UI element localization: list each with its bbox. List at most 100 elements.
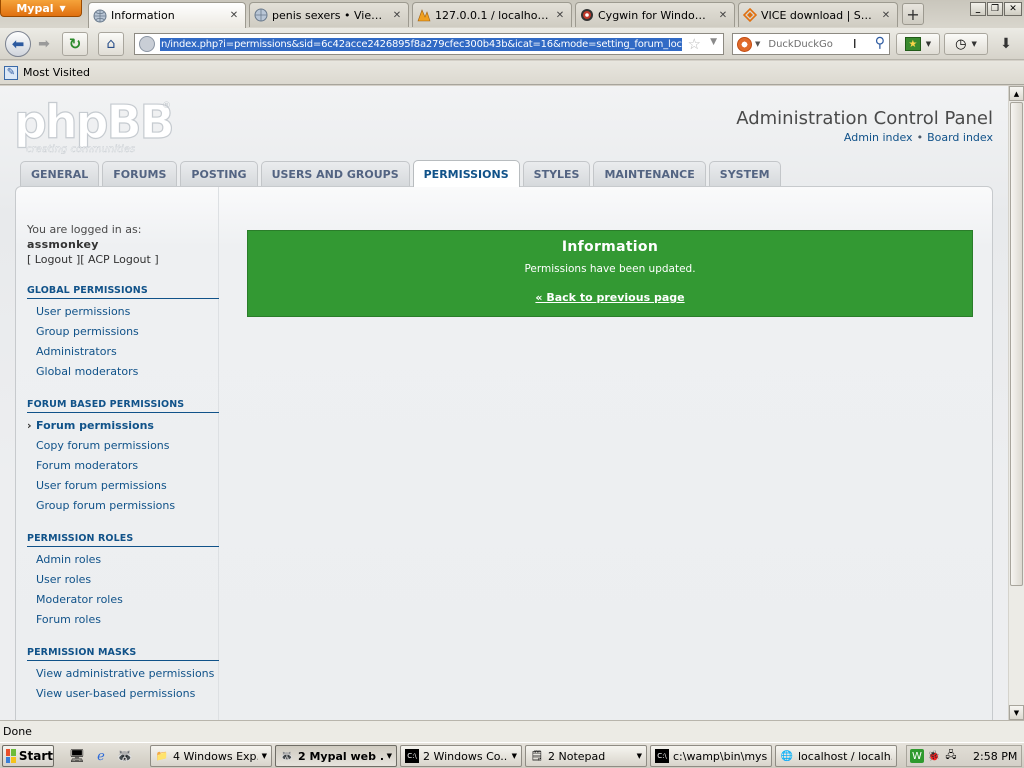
tab-forums[interactable]: FORUMS (102, 161, 178, 186)
tab-maintenance[interactable]: MAINTENANCE (593, 161, 706, 186)
close-icon[interactable]: ✕ (553, 10, 567, 21)
tab-permissions[interactable]: PERMISSIONS (412, 160, 520, 187)
acp-logout-link[interactable]: [ ACP Logout ] (80, 253, 158, 266)
sidebar-item-forum-moderators[interactable]: Forum moderators (27, 456, 219, 476)
tab-system[interactable]: SYSTEM (708, 161, 781, 186)
search-input[interactable]: DuckDuckGo (768, 39, 833, 50)
reload-icon: ↻ (68, 35, 82, 53)
chevron-down-icon[interactable]: ▼ (710, 37, 717, 47)
tab-label: VICE download | Sourc... (761, 8, 875, 22)
page-title: Administration Control Panel (736, 108, 993, 129)
history-button[interactable]: ◷ ▼ (944, 33, 988, 55)
close-window-icon[interactable]: ✕ (1004, 2, 1022, 16)
start-button[interactable]: Start (2, 745, 54, 767)
tab-styles[interactable]: STYLES (522, 161, 591, 186)
search-bar[interactable]: ▼ DuckDuckGo I ⚲ (732, 33, 890, 55)
close-icon[interactable]: ✕ (879, 10, 893, 21)
console-icon: C:\ (405, 749, 419, 763)
tab-general[interactable]: GENERAL (20, 161, 100, 186)
sidebar-item-administrators[interactable]: Administrators (27, 342, 219, 362)
svg-text:phpBB: phpBB (14, 95, 172, 149)
scroll-thumb[interactable] (1010, 102, 1023, 586)
bookmarks-button[interactable]: ★ ▼ (896, 33, 940, 55)
sidebar-item-user-forum-permissions[interactable]: User forum permissions (27, 476, 219, 496)
link-separator: • (916, 131, 924, 144)
browser-tab-sourceforge[interactable]: VICE download | Sourc... ✕ (738, 2, 898, 27)
restore-icon[interactable]: ❐ (987, 2, 1003, 16)
taskbar-item-mysql-console[interactable]: C:\ c:\wamp\bin\mys... (650, 745, 772, 767)
taskbar-item-notepad[interactable]: 🗒 2 Notepad ▼ (525, 745, 647, 767)
sidebar-item-user-permissions[interactable]: User permissions (27, 302, 219, 322)
url-bar[interactable]: n/index.php?i=permissions&sid=6c42acce24… (134, 33, 724, 55)
tab-label: Information (111, 9, 175, 22)
browser-tab-cygwin[interactable]: Cygwin for Windows X... ✕ (575, 2, 735, 27)
app-menu-label: Mypal (16, 1, 54, 15)
sidebar-item-forum-roles[interactable]: Forum roles (27, 610, 219, 630)
sidebar-item-forum-permissions[interactable]: Forum permissions (27, 416, 219, 436)
app-menu-button[interactable]: Mypal ▼ (0, 0, 82, 17)
new-tab-button[interactable]: + (902, 3, 924, 25)
browser-tab-bar: Mypal ▼ Information ✕ penis sexers • Vie… (0, 0, 1024, 28)
site-identity-icon[interactable] (139, 36, 155, 52)
tab-users-and-groups[interactable]: USERS AND GROUPS (260, 161, 410, 186)
chevron-down-icon[interactable]: ▼ (755, 40, 760, 48)
taskbar-item-localhost[interactable]: 🌐 localhost / localh... (775, 745, 897, 767)
minimize-icon[interactable]: _ (970, 2, 986, 16)
vertical-scrollbar[interactable]: ▲ ▼ (1008, 86, 1024, 720)
browser-tab-phpmyadmin[interactable]: 127.0.0.1 / localhost / ... ✕ (412, 2, 572, 27)
close-icon[interactable]: ✕ (716, 10, 730, 21)
admin-index-link[interactable]: Admin index (844, 131, 913, 144)
star-icon[interactable]: ☆ (688, 35, 701, 53)
back-to-previous-link[interactable]: « Back to previous page (535, 291, 684, 304)
message-title: Information (561, 239, 659, 255)
tab-posting[interactable]: POSTING (180, 161, 258, 186)
close-icon[interactable]: ✕ (390, 10, 404, 21)
taskbar-item-windows-console[interactable]: C:\ 2 Windows Co... ▼ (400, 745, 522, 767)
header-links: Admin index • Board index (844, 131, 993, 144)
scroll-down-arrow-icon[interactable]: ▼ (1009, 705, 1024, 720)
quicklaunch-mypal-icon[interactable]: 🦝 (116, 747, 134, 765)
scroll-up-arrow-icon[interactable]: ▲ (1009, 86, 1024, 101)
browser-tab-forum-topic[interactable]: penis sexers • View to... ✕ (249, 2, 409, 27)
clock[interactable]: 2:58 PM (973, 750, 1017, 763)
sidebar-item-copy-forum-permissions[interactable]: Copy forum permissions (27, 436, 219, 456)
menu-heading: GLOBAL PERMISSIONS (27, 285, 219, 299)
sidebar-item-group-permissions[interactable]: Group permissions (27, 322, 219, 342)
browser-status-bar: Done (0, 720, 1024, 742)
downloads-button[interactable]: ⬇ (994, 34, 1018, 54)
menu-heading: PERMISSION ROLES (27, 533, 219, 547)
chevron-down-icon: ▼ (636, 752, 642, 760)
wamp-server-icon[interactable]: W (910, 749, 924, 763)
quicklaunch-desktop-icon[interactable]: 🖥 (68, 747, 86, 765)
search-icon[interactable]: ⚲ (875, 35, 885, 51)
logout-link[interactable]: [ Logout ] (27, 253, 80, 266)
url-text[interactable]: n/index.php?i=permissions&sid=6c42acce24… (160, 37, 682, 51)
sidebar-item-global-moderators[interactable]: Global moderators (27, 362, 219, 382)
task-label: 4 Windows Exp... (173, 749, 258, 763)
menu-heading: PERMISSION MASKS (27, 647, 219, 661)
duckduckgo-icon[interactable] (737, 36, 752, 52)
forward-button[interactable]: ➡ (33, 32, 55, 56)
back-button[interactable]: ⬅ (5, 31, 31, 57)
phpbb-logo[interactable]: phpBB ® creating communities (12, 94, 172, 154)
sidebar-item-group-forum-permissions[interactable]: Group forum permissions (27, 496, 219, 516)
bookmark-most-visited[interactable]: Most Visited (23, 66, 90, 79)
reload-button[interactable]: ↻ (62, 32, 88, 56)
login-username: assmonkey (27, 238, 99, 251)
taskbar-item-mypal[interactable]: 🦝 2 Mypal web ... ▼ (275, 745, 397, 767)
close-icon[interactable]: ✕ (227, 10, 241, 21)
sidebar-item-view-admin-permissions[interactable]: View administrative permissions (27, 664, 219, 684)
sidebar-item-view-user-permissions[interactable]: View user-based permissions (27, 684, 219, 704)
sidebar-item-moderator-roles[interactable]: Moderator roles (27, 590, 219, 610)
browser-tab-information[interactable]: Information ✕ (88, 2, 246, 28)
bookmark-star-icon: ★ (904, 37, 921, 51)
sidebar-item-user-roles[interactable]: User roles (27, 570, 219, 590)
home-button[interactable]: ⌂ (98, 32, 124, 56)
tray-app-icon[interactable]: 🐞 (927, 749, 941, 763)
svg-text:creating communities: creating communities (26, 144, 135, 154)
board-index-link[interactable]: Board index (927, 131, 993, 144)
quicklaunch-ie-icon[interactable]: ℯ (92, 747, 110, 765)
sidebar-item-admin-roles[interactable]: Admin roles (27, 550, 219, 570)
network-icon[interactable]: 🖧 (944, 749, 958, 763)
taskbar-item-windows-explorer[interactable]: 📁 4 Windows Exp... ▼ (150, 745, 272, 767)
